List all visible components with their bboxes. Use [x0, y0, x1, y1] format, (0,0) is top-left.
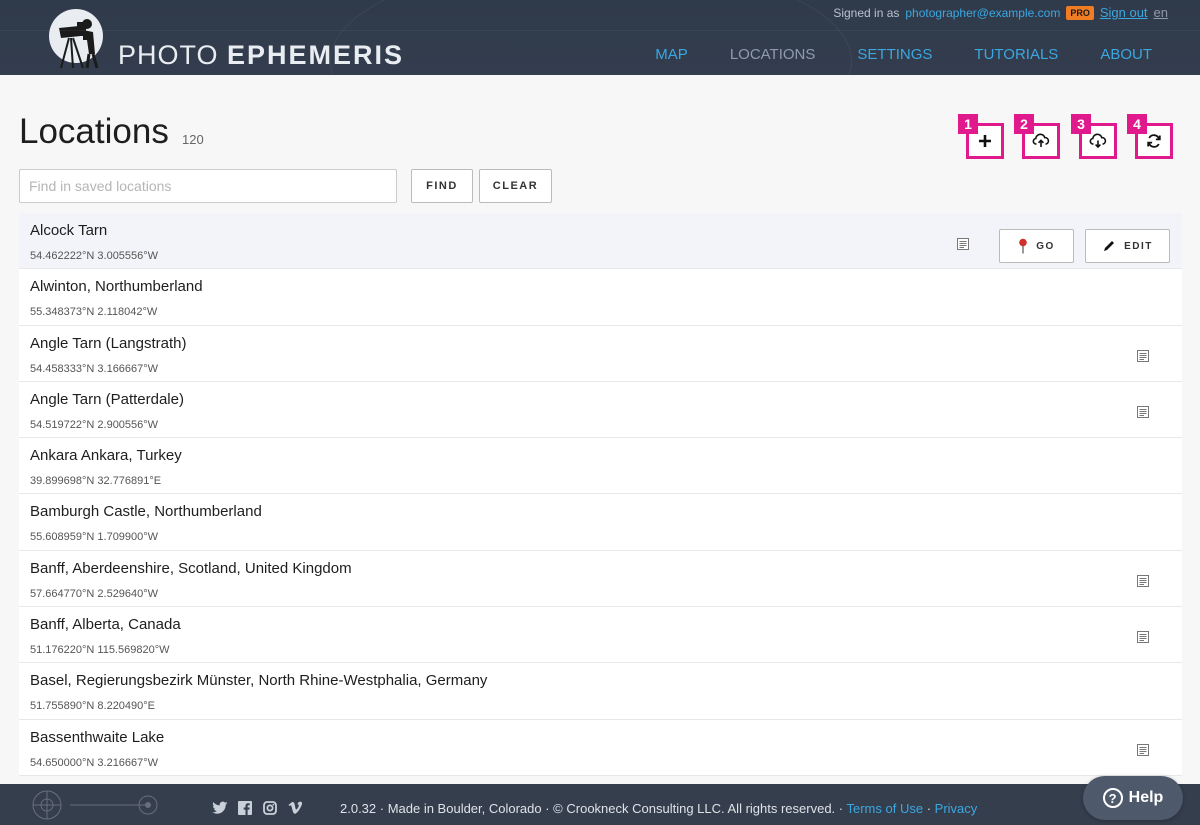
facebook-icon[interactable]: [237, 800, 253, 816]
account-bar: Signed in as photographer@example.com PR…: [833, 5, 1168, 20]
note-icon[interactable]: [1137, 349, 1149, 362]
help-label: Help: [1128, 789, 1164, 806]
edit-label: EDIT: [1124, 240, 1153, 252]
location-row[interactable]: Banff, Alberta, Canada 51.176220°N 115.5…: [19, 607, 1182, 664]
location-row[interactable]: Alwinton, Northumberland 55.348373°N 2.1…: [19, 269, 1182, 326]
question-icon: ?: [1102, 788, 1123, 808]
upload-button[interactable]: 2: [1014, 114, 1060, 159]
twitter-icon[interactable]: [212, 800, 228, 816]
note-icon[interactable]: [1137, 405, 1149, 418]
cloud-download-icon: [1089, 133, 1107, 149]
location-row[interactable]: Basel, Regierungsbezirk Münster, North R…: [19, 663, 1182, 720]
note-icon[interactable]: [1137, 743, 1149, 756]
copyright-text: 2.0.32 · Made in Boulder, Colorado · © C…: [340, 801, 844, 816]
account-email[interactable]: photographer@example.com: [905, 6, 1060, 20]
photographer-logo-icon[interactable]: [47, 8, 105, 70]
location-name: Angle Tarn (Patterdale): [30, 390, 184, 408]
help-button[interactable]: ? Help: [1083, 776, 1183, 820]
nav-tutorials[interactable]: TUTORIALS: [974, 46, 1058, 63]
annotation-number: 2: [1014, 114, 1034, 134]
footer-separator: ·: [926, 801, 932, 816]
social-links: [212, 800, 303, 816]
location-coords: 57.664770°N 2.529640°W: [30, 587, 159, 600]
location-coords: 51.755890°N 8.220490°E: [30, 700, 156, 713]
location-coords: 39.899698°N 32.776891°E: [30, 475, 162, 488]
location-row[interactable]: Alcock Tarn 54.462222°N 3.005556°W GO ED…: [19, 213, 1182, 270]
brand-wordmark[interactable]: PHOTO EPHEMERIS: [118, 40, 404, 71]
location-coords: 54.650000°N 3.216667°W: [30, 756, 159, 769]
location-name: Bamburgh Castle, Northumberland: [30, 503, 262, 521]
location-name: Basel, Regierungsbezirk Münster, North R…: [30, 672, 488, 690]
location-coords: 55.348373°N 2.118042°W: [30, 306, 158, 319]
nav-locations[interactable]: LOCATIONS: [730, 46, 816, 63]
nav-settings[interactable]: SETTINGS: [857, 46, 932, 63]
main-nav: MAP LOCATIONS SETTINGS TUTORIALS ABOUT: [655, 46, 1152, 63]
pro-badge: PRO: [1066, 5, 1094, 20]
footer-decoration-icon: [32, 790, 158, 820]
location-coords: 54.462222°N 3.005556°W: [30, 250, 159, 262]
location-name: Bassenthwaite Lake: [30, 728, 165, 746]
annotation-number: 3: [1071, 114, 1091, 134]
map-pin-icon: [1019, 238, 1028, 254]
signed-in-label: Signed in as: [833, 5, 900, 20]
page-title: Locations: [19, 112, 169, 151]
sync-button[interactable]: 4: [1127, 114, 1173, 159]
annotation-number: 4: [1127, 114, 1147, 134]
pencil-icon: [1104, 241, 1115, 251]
location-row[interactable]: Banff, Aberdeenshire, Scotland, United K…: [19, 550, 1182, 608]
instagram-icon[interactable]: [262, 800, 278, 816]
note-icon[interactable]: [1137, 631, 1149, 644]
vimeo-icon[interactable]: [287, 800, 303, 816]
language-link[interactable]: en: [1154, 5, 1168, 20]
location-coords: 55.608959°N 1.709900°W: [30, 531, 159, 544]
add-location-button[interactable]: 1: [958, 114, 1004, 159]
edit-button[interactable]: EDIT: [1085, 229, 1170, 263]
go-button[interactable]: GO: [999, 229, 1074, 263]
terms-link[interactable]: Terms of Use: [847, 801, 924, 816]
nav-about[interactable]: ABOUT: [1100, 46, 1152, 63]
location-row[interactable]: Angle Tarn (Patterdale) 54.519722°N 2.90…: [19, 381, 1182, 439]
location-name: Ankara Ankara, Turkey: [30, 447, 182, 465]
footer-text: 2.0.32 · Made in Boulder, Colorado · © C…: [340, 801, 977, 816]
location-name: Alcock Tarn: [30, 222, 108, 239]
location-count: 120: [182, 132, 204, 147]
location-row[interactable]: Ankara Ankara, Turkey 39.899698°N 32.776…: [19, 438, 1182, 495]
clear-button[interactable]: CLEAR: [479, 169, 552, 203]
location-row[interactable]: Angle Tarn (Langstrath) 54.458333°N 3.16…: [19, 325, 1182, 382]
privacy-link[interactable]: Privacy: [935, 801, 978, 816]
locations-list: Alcock Tarn 54.462222°N 3.005556°W GO ED…: [19, 213, 1182, 776]
location-row[interactable]: Bamburgh Castle, Northumberland 55.60895…: [19, 494, 1182, 551]
go-label: GO: [1036, 240, 1055, 252]
brand-bold: EPHEMERIS: [227, 40, 405, 70]
location-name: Banff, Aberdeenshire, Scotland, United K…: [30, 559, 352, 577]
location-coords: 54.519722°N 2.900556°W: [30, 418, 159, 431]
nav-map[interactable]: MAP: [655, 46, 688, 63]
search-input[interactable]: [19, 169, 397, 203]
note-icon[interactable]: [1137, 574, 1149, 587]
note-icon[interactable]: [957, 238, 969, 250]
app-header: PHOTO EPHEMERIS Signed in as photographe…: [0, 0, 1200, 75]
location-name: Alwinton, Northumberland: [30, 278, 203, 296]
refresh-icon: [1147, 134, 1161, 148]
location-coords: 54.458333°N 3.166667°W: [30, 362, 159, 375]
location-name: Banff, Alberta, Canada: [30, 616, 181, 634]
location-name: Angle Tarn (Langstrath): [30, 334, 187, 352]
plus-icon: [979, 135, 991, 147]
location-coords: 51.176220°N 115.569820°W: [30, 644, 170, 657]
download-button[interactable]: 3: [1071, 114, 1117, 159]
annotation-number: 1: [958, 114, 978, 134]
location-row[interactable]: Bassenthwaite Lake 54.650000°N 3.216667°…: [19, 719, 1182, 776]
sign-out-link[interactable]: Sign out: [1100, 5, 1148, 20]
brand-light: PHOTO: [118, 40, 219, 70]
cloud-upload-icon: [1032, 133, 1050, 147]
find-button[interactable]: FIND: [411, 169, 473, 203]
